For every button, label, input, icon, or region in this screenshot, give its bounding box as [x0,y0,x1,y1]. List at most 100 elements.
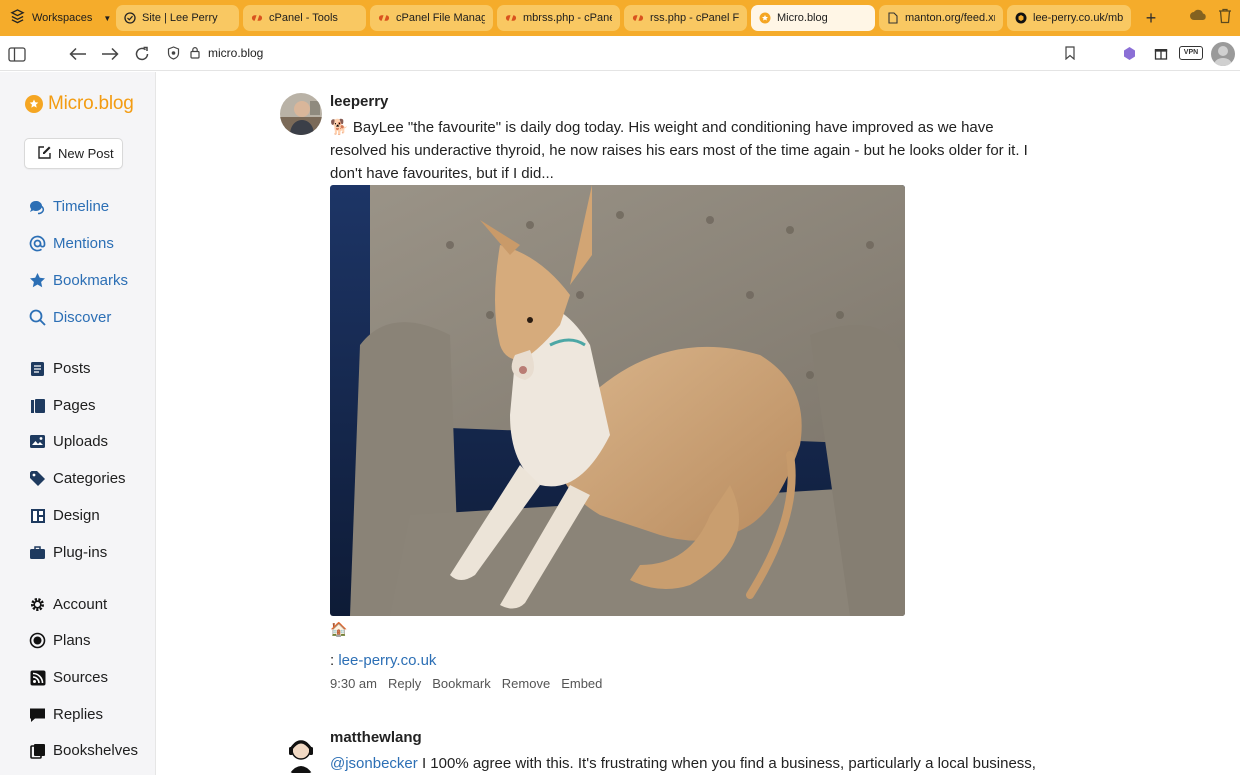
remove-button[interactable]: Remove [502,676,550,691]
sidebar-item-pages[interactable]: Pages [29,397,96,414]
sidebar-item-label: Sources [53,669,109,686]
sidebar-item-bookshelves[interactable]: Bookshelves [29,742,138,759]
avatar[interactable] [1211,42,1235,66]
sidebar-item-categories[interactable]: Categories [29,470,126,487]
new-post-label: New Post [58,146,114,161]
tab-label: rss.php - cPanel File [650,12,739,24]
at-icon [29,235,46,252]
replies-icon [29,706,46,723]
avatar[interactable] [280,93,322,135]
tab-label: cPanel - Tools [269,12,338,24]
post-text: I 100% agree with this. It's frustrating… [421,755,1036,772]
sidebar-item-label: Discover [53,309,112,326]
sidebar-item-label: Posts [53,360,91,377]
bookmark-button[interactable]: Bookmark [432,676,491,691]
sidebar-item-label: Mentions [53,235,114,252]
site-dark-icon [1015,12,1027,24]
tab-rss-php[interactable]: rss.php - cPanel File [624,5,747,31]
sidebar-item-timeline[interactable]: Timeline [29,198,109,215]
new-tab-button[interactable]: + [1141,8,1161,29]
source-link[interactable]: lee-perry.co.uk [338,652,436,669]
tab-manton-feed[interactable]: manton.org/feed.xm [879,5,1003,31]
sidebar-item-posts[interactable]: Posts [29,360,91,377]
cpanel-icon [505,12,517,24]
cpanel-icon [251,12,263,24]
tab-micro-blog[interactable]: Micro.blog [751,5,875,31]
star-icon [29,272,46,289]
shield-icon[interactable] [167,46,180,65]
post-text: BayLee "the favourite" is daily dog toda… [330,119,1028,182]
sidebar-item-plugins[interactable]: Plug-ins [29,544,107,561]
extension-icon[interactable] [1122,46,1137,66]
timeline-icon [29,198,46,215]
brand-name: Micro.blog [48,93,134,114]
gift-icon[interactable] [1154,46,1168,65]
post-username[interactable]: leeperry [330,93,388,110]
sidebar-item-account[interactable]: Account [29,596,107,613]
document-icon [887,12,899,24]
microblog-icon [25,95,43,113]
design-icon [29,507,46,524]
post-photo-dog-on-sofa[interactable] [330,185,905,616]
sidebar-item-label: Account [53,596,108,613]
tab-label: Site | Lee Perry [142,12,218,24]
source-prefix: : [330,652,335,669]
vpn-badge[interactable]: VPN [1179,46,1203,60]
post-username[interactable]: matthewlang [330,729,422,746]
trash-icon[interactable] [1218,8,1232,29]
sidebar-item-label: Plug-ins [53,544,108,561]
sidebar-item-design[interactable]: Design [29,507,100,524]
mention-link[interactable]: @jsonbecker [330,755,418,772]
tab-site-lee-perry[interactable]: Site | Lee Perry [116,5,239,31]
post-timestamp[interactable]: 9:30 am [330,676,377,691]
books-icon [29,742,46,759]
new-post-button[interactable]: New Post [24,138,123,169]
workspaces-icon [10,9,25,27]
post-body: 🐕 BayLee "the favourite" is daily dog to… [330,116,1040,185]
avatar[interactable] [280,733,322,775]
sidebar-item-label: Design [53,507,100,524]
sidebar-item-label: Bookshelves [53,742,139,759]
brand-logo[interactable]: Micro.blog [25,93,134,115]
sidebar-item-label: Replies [53,706,104,723]
tab-label: lee-perry.co.uk/mbfe [1033,12,1123,24]
sidebar-item-label: Timeline [53,198,110,215]
search-icon [29,309,46,326]
bookmark-icon[interactable] [1065,46,1075,65]
tab-cpanel-tools[interactable]: cPanel - Tools [243,5,366,31]
sidebar-item-mentions[interactable]: Mentions [29,235,114,252]
reply-button[interactable]: Reply [388,676,421,691]
post-source: : lee-perry.co.uk [330,652,436,669]
tab-mbrss-php[interactable]: mbrss.php - cPanel F [497,5,620,31]
reload-icon[interactable] [132,44,152,64]
sidebar-item-replies[interactable]: Replies [29,706,103,723]
sidebar-item-discover[interactable]: Discover [29,309,111,326]
sidebar-item-sources[interactable]: Sources [29,669,108,686]
sidebar-toggle-icon[interactable] [7,44,27,64]
tab-lee-perry-mbfeed[interactable]: lee-perry.co.uk/mbfe [1007,5,1131,31]
workspaces-button[interactable]: Workspaces ▼ [0,0,116,36]
embed-button[interactable]: Embed [561,676,602,691]
uploads-icon [29,433,46,450]
site-icon [124,12,136,24]
post-actions: 9:30 am Reply Bookmark Remove Embed [330,676,602,691]
sidebar-item-bookmarks[interactable]: Bookmarks [29,272,128,289]
timeline: leeperry 🐕 BayLee "the favourite" is dai… [156,72,1240,775]
cloud-icon[interactable] [1189,8,1207,27]
microblog-icon [759,12,771,24]
lock-icon [190,46,200,64]
tab-label: manton.org/feed.xm [905,12,995,24]
plugin-icon [29,544,46,561]
back-arrow-icon[interactable] [68,44,88,64]
dog-emoji: 🐕 [330,119,349,136]
url-bar[interactable]: micro.blog [160,40,1085,67]
sidebar-item-uploads[interactable]: Uploads [29,433,108,450]
tab-label: cPanel File Manager [396,12,485,24]
cpanel-icon [378,12,390,24]
sidebar-item-label: Bookmarks [53,272,129,289]
sidebar-item-plans[interactable]: Plans [29,632,91,649]
forward-arrow-icon[interactable] [100,44,120,64]
rss-icon [29,669,46,686]
tag-icon [29,470,46,487]
tab-cpanel-file-manager[interactable]: cPanel File Manager [370,5,493,31]
